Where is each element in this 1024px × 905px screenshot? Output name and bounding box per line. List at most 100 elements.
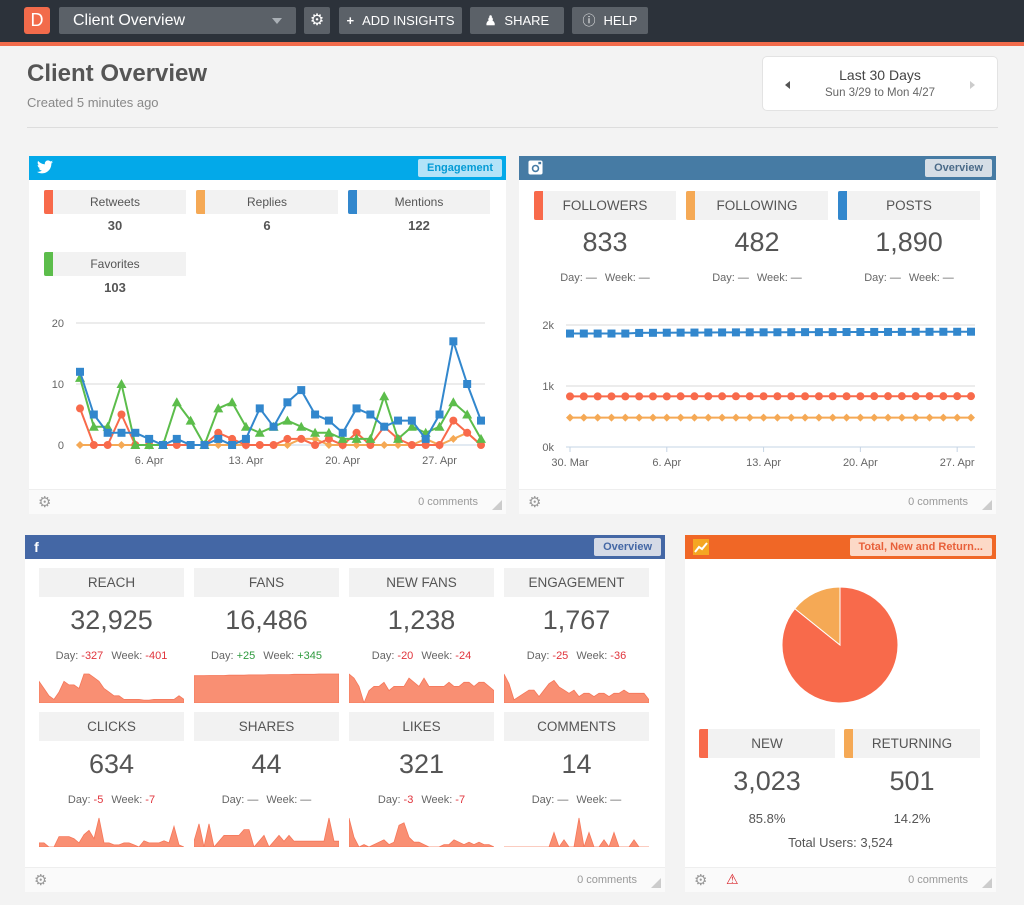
instagram-metric-label: FOLLOWERS (534, 191, 676, 220)
twitter-metric-tag[interactable]: Engagement (417, 159, 502, 177)
x-tick-label: 6. Apr (652, 457, 681, 469)
twitter-metric-label: Favorites (44, 252, 186, 276)
data-point-marker (117, 410, 126, 419)
data-point-marker (566, 413, 574, 422)
data-point-marker (731, 328, 740, 337)
sparkline (194, 673, 339, 703)
week-change: -7 (455, 794, 466, 806)
data-point-marker (76, 404, 84, 413)
sparkline (349, 817, 494, 847)
data-point-marker (870, 327, 879, 336)
data-point-marker (911, 327, 920, 336)
dashboard-settings-button[interactable]: ⚙ (304, 7, 330, 34)
comments-link[interactable]: 0 comments (908, 874, 968, 886)
metric-label-text: FANS (248, 575, 285, 590)
week-change: -7 (145, 794, 156, 806)
day-change: — (737, 272, 749, 284)
data-point-marker (884, 327, 893, 336)
add-insights-button[interactable]: + ADD INSIGHTS (339, 7, 462, 34)
data-point-marker (200, 441, 209, 449)
y-tick-label: 0 (58, 440, 64, 452)
series-following (566, 413, 975, 422)
facebook-metric-value: 1,238 (387, 605, 456, 635)
app-logo[interactable]: D (24, 7, 50, 34)
resize-handle[interactable] (982, 878, 992, 888)
data-point-marker (366, 410, 375, 419)
data-point-marker (953, 327, 962, 336)
data-point-marker (407, 441, 416, 449)
add-insights-label: ADD INSIGHTS (362, 13, 455, 28)
instagram-overview-chart: 0k 1k 2k 30. Mar 6. Apr 13. Apr 20. Apr 27. Apr (542, 320, 975, 469)
previous-range-arrow-icon[interactable] (785, 81, 790, 89)
instagram-metric-tag[interactable]: Overview (925, 159, 992, 177)
share-button[interactable]: ♟ SHARE (470, 7, 564, 34)
data-point-marker (228, 441, 237, 449)
data-point-marker (925, 413, 934, 422)
x-tick-label: 13. Apr (746, 457, 781, 469)
facebook-metric-change: Day: -327 Week: -401 (39, 650, 184, 662)
data-point-marker (621, 392, 630, 401)
instagram-metric-change: Day: — Week: — (838, 272, 980, 284)
twitter-metric-label: Replies (196, 190, 338, 214)
metric-label-text: RETURNING (871, 736, 953, 751)
data-point-marker (435, 441, 444, 449)
y-tick-label: 20 (52, 318, 64, 330)
week-change: — (610, 794, 622, 806)
series-line (79, 340, 482, 447)
data-point-marker (255, 441, 264, 449)
date-range-picker[interactable]: Last 30 Days Sun 3/29 to Mon 4/27 (762, 56, 998, 111)
day-change: +25 (236, 650, 256, 662)
twitter-metric-value: 103 (104, 280, 126, 295)
resize-handle[interactable] (651, 878, 661, 888)
x-tick-label: 30. Mar (551, 457, 589, 469)
data-point-marker (911, 392, 920, 401)
day-label: Day: (560, 272, 583, 284)
instagram-metric-label: POSTS (838, 191, 980, 220)
sparkline (39, 673, 184, 703)
sparkline (39, 817, 184, 847)
data-point-marker (731, 392, 740, 401)
metric-label-text: ENGAGEMENT (528, 575, 625, 590)
dashboard-select[interactable]: Client Overview (59, 7, 296, 34)
facebook-panel-footer: ⚙ 0 comments (25, 867, 665, 892)
facebook-metric-change: Day: -25 Week: -36 (504, 650, 649, 662)
facebook-metric-tag[interactable]: Overview (594, 538, 661, 556)
resize-handle[interactable] (492, 500, 502, 510)
data-point-marker (814, 392, 823, 401)
data-point-marker (690, 413, 699, 422)
analytics-metric-percent: 14.2% (893, 811, 931, 826)
resize-handle[interactable] (982, 500, 992, 510)
gear-icon[interactable]: ⚙ (34, 871, 47, 889)
gear-icon[interactable]: ⚙ (694, 871, 707, 889)
next-range-arrow-icon[interactable] (970, 81, 975, 89)
analytics-icon (693, 539, 709, 555)
facebook-metric-label: COMMENTS (504, 712, 649, 741)
metric-label-text: NEW (751, 736, 783, 751)
data-point-marker (635, 413, 644, 422)
week-label: Week: (604, 272, 636, 284)
metric-label-text: REACH (87, 575, 136, 590)
warning-icon[interactable]: ⚠ (726, 871, 739, 888)
day-label: Day: (864, 272, 887, 284)
data-point-marker (621, 413, 630, 422)
gear-icon[interactable]: ⚙ (38, 493, 51, 511)
x-tick-label: 20. Apr (843, 457, 878, 469)
x-tick-label: 6. Apr (135, 455, 164, 467)
gear-icon[interactable]: ⚙ (528, 493, 541, 511)
plus-icon: + (346, 13, 355, 28)
week-label: Week: (421, 650, 453, 662)
data-point-marker (579, 413, 588, 422)
comments-link[interactable]: 0 comments (577, 874, 637, 886)
day-change: -5 (93, 794, 104, 806)
data-point-marker (89, 441, 98, 449)
day-label: Day: (377, 794, 401, 806)
comments-link[interactable]: 0 comments (908, 496, 968, 508)
data-point-marker (421, 434, 430, 443)
sparkline-area (504, 673, 649, 703)
analytics-metric-value: 501 (889, 766, 935, 796)
date-range-dates: Sun 3/29 to Mon 4/27 (825, 87, 935, 99)
analytics-metric-tag[interactable]: Total, New and Return... (849, 538, 992, 556)
comments-link[interactable]: 0 comments (418, 496, 478, 508)
help-button[interactable]: ⓘ HELP (572, 7, 648, 34)
data-point-marker (463, 380, 472, 388)
